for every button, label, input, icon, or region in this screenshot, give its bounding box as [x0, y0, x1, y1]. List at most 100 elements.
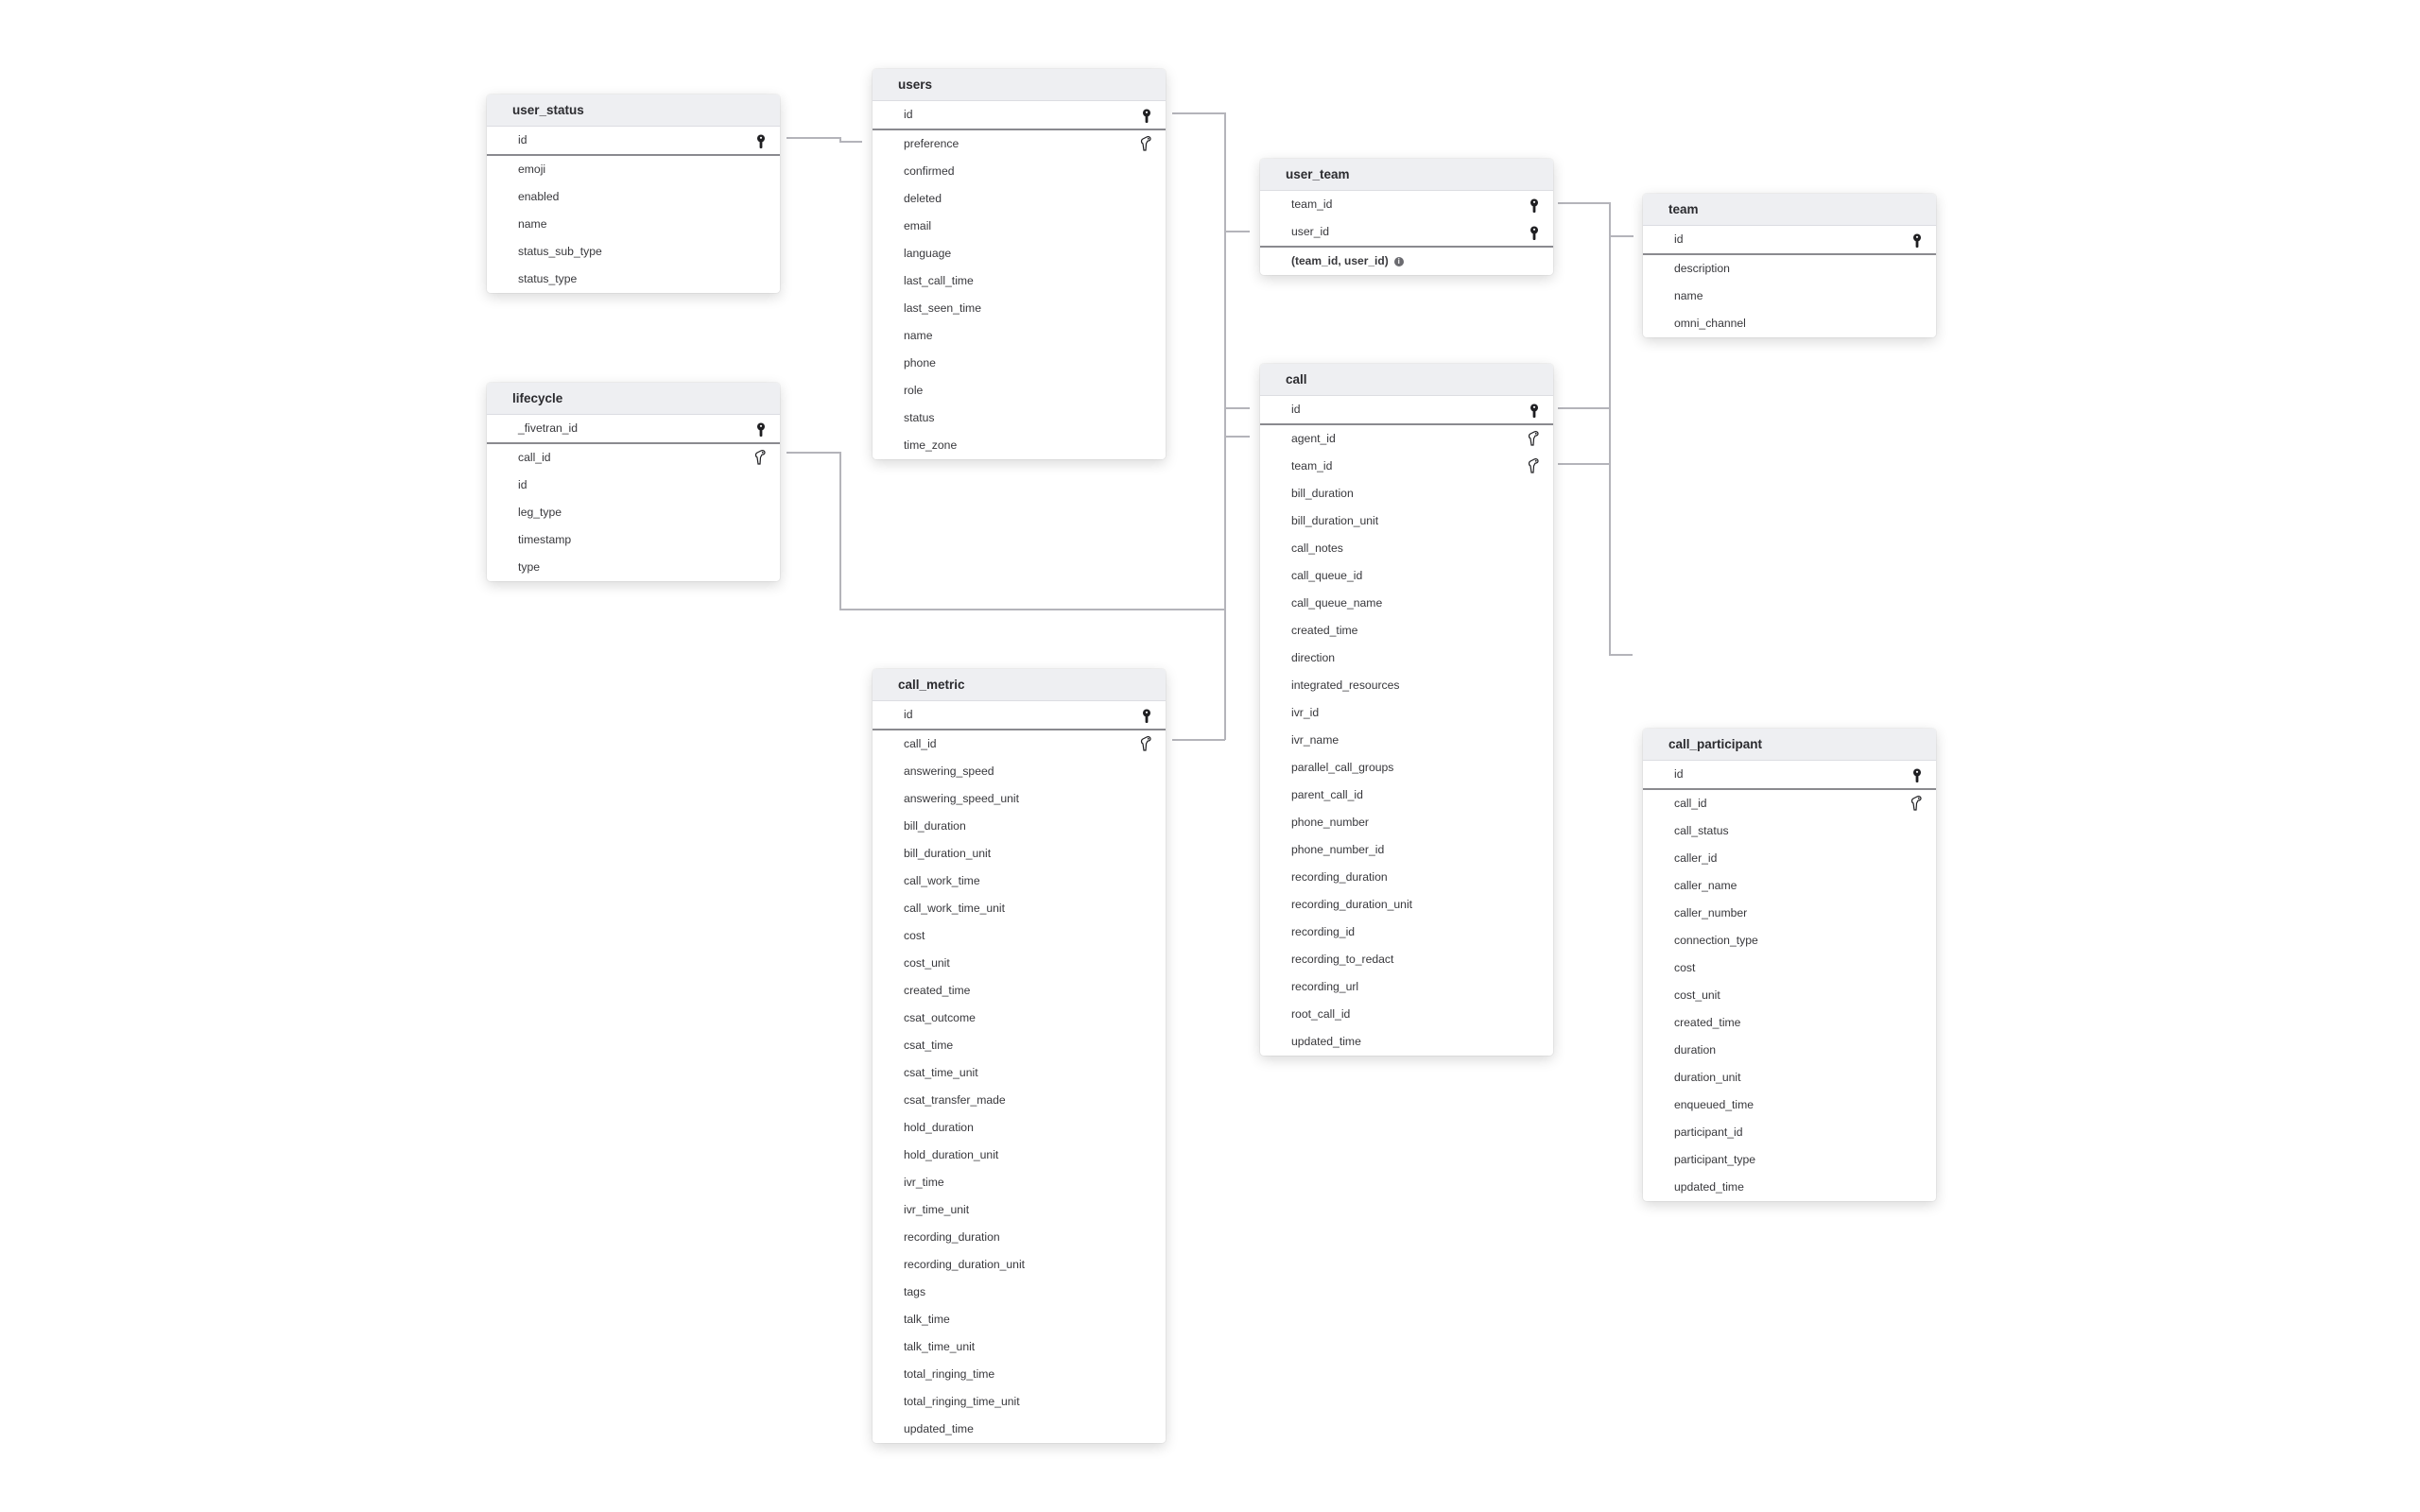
- column-row[interactable]: csat_outcome: [873, 1005, 1166, 1032]
- column-row[interactable]: status_sub_type: [487, 238, 780, 266]
- column-row[interactable]: last_seen_time: [873, 295, 1166, 322]
- column-row[interactable]: call_status: [1643, 817, 1936, 845]
- column-row[interactable]: total_ringing_time_unit: [873, 1388, 1166, 1416]
- column-row[interactable]: recording_url: [1260, 973, 1553, 1001]
- column-row[interactable]: total_ringing_time: [873, 1361, 1166, 1388]
- column-row[interactable]: created_time: [1260, 617, 1553, 644]
- column-row[interactable]: name: [1643, 283, 1936, 310]
- column-row[interactable]: parent_call_id: [1260, 782, 1553, 809]
- column-row[interactable]: role: [873, 377, 1166, 404]
- column-row[interactable]: ivr_time_unit: [873, 1196, 1166, 1224]
- table-users[interactable]: users id preference confirmed deleted email la…: [873, 69, 1166, 459]
- column-row[interactable]: ivr_name: [1260, 727, 1553, 754]
- column-row[interactable]: confirmed: [873, 158, 1166, 185]
- column-row[interactable]: recording_duration_unit: [1260, 891, 1553, 919]
- column-row[interactable]: agent_id: [1260, 425, 1553, 453]
- column-row[interactable]: omni_channel: [1643, 310, 1936, 337]
- column-row[interactable]: updated_time: [1643, 1174, 1936, 1201]
- column-row[interactable]: call_id: [487, 444, 780, 472]
- column-row[interactable]: caller_number: [1643, 900, 1936, 927]
- column-row[interactable]: _fivetran_id: [487, 415, 780, 444]
- table-call-participant[interactable]: call_participant id call_id call_status call…: [1643, 729, 1936, 1201]
- column-row[interactable]: hold_duration_unit: [873, 1142, 1166, 1169]
- column-row[interactable]: bill_duration_unit: [873, 840, 1166, 868]
- table-team[interactable]: team id description name omni_channel: [1643, 194, 1936, 337]
- column-row[interactable]: leg_type: [487, 499, 780, 526]
- column-row[interactable]: talk_time_unit: [873, 1333, 1166, 1361]
- column-row[interactable]: deleted: [873, 185, 1166, 213]
- column-row[interactable]: id: [1643, 226, 1936, 255]
- column-row[interactable]: participant_type: [1643, 1146, 1936, 1174]
- column-row[interactable]: language: [873, 240, 1166, 267]
- column-row[interactable]: name: [487, 211, 780, 238]
- table-lifecycle[interactable]: lifecycle _fivetran_id call_id id leg_type ti…: [487, 383, 780, 581]
- composite-index-row[interactable]: (team_id, user_id) i: [1260, 248, 1553, 275]
- column-row[interactable]: integrated_resources: [1260, 672, 1553, 699]
- column-row[interactable]: csat_time_unit: [873, 1059, 1166, 1087]
- column-row[interactable]: updated_time: [1260, 1028, 1553, 1056]
- column-row[interactable]: duration_unit: [1643, 1064, 1936, 1091]
- column-row[interactable]: team_id: [1260, 191, 1553, 218]
- column-row[interactable]: call_queue_id: [1260, 562, 1553, 590]
- column-row[interactable]: bill_duration: [1260, 480, 1553, 507]
- column-row[interactable]: call_id: [1643, 790, 1936, 817]
- column-row[interactable]: bill_duration_unit: [1260, 507, 1553, 535]
- column-row[interactable]: call_notes: [1260, 535, 1553, 562]
- column-row[interactable]: status_type: [487, 266, 780, 293]
- column-row[interactable]: answering_speed: [873, 758, 1166, 785]
- column-row[interactable]: ivr_time: [873, 1169, 1166, 1196]
- column-row[interactable]: csat_transfer_made: [873, 1087, 1166, 1114]
- column-row[interactable]: caller_name: [1643, 872, 1936, 900]
- column-row[interactable]: id: [1643, 761, 1936, 790]
- column-row[interactable]: participant_id: [1643, 1119, 1936, 1146]
- column-row[interactable]: status: [873, 404, 1166, 432]
- column-row[interactable]: timestamp: [487, 526, 780, 554]
- column-row[interactable]: recording_to_redact: [1260, 946, 1553, 973]
- table-call-metric[interactable]: call_metric id call_id answering_speed answe…: [873, 669, 1166, 1443]
- column-row[interactable]: updated_time: [873, 1416, 1166, 1443]
- info-icon[interactable]: i: [1393, 256, 1404, 266]
- column-row[interactable]: call_work_time: [873, 868, 1166, 895]
- column-row[interactable]: root_call_id: [1260, 1001, 1553, 1028]
- column-row[interactable]: email: [873, 213, 1166, 240]
- column-row[interactable]: user_id: [1260, 218, 1553, 248]
- column-row[interactable]: enqueued_time: [1643, 1091, 1936, 1119]
- column-row[interactable]: cost_unit: [1643, 982, 1936, 1009]
- column-row[interactable]: id: [487, 127, 780, 156]
- column-row[interactable]: cost: [873, 922, 1166, 950]
- column-row[interactable]: type: [487, 554, 780, 581]
- column-row[interactable]: bill_duration: [873, 813, 1166, 840]
- column-row[interactable]: tags: [873, 1279, 1166, 1306]
- column-row[interactable]: enabled: [487, 183, 780, 211]
- column-row[interactable]: recording_id: [1260, 919, 1553, 946]
- column-row[interactable]: id: [873, 101, 1166, 130]
- column-row[interactable]: phone_number_id: [1260, 836, 1553, 864]
- column-row[interactable]: team_id: [1260, 453, 1553, 480]
- column-row[interactable]: cost: [1643, 954, 1936, 982]
- column-row[interactable]: ivr_id: [1260, 699, 1553, 727]
- column-row[interactable]: description: [1643, 255, 1936, 283]
- column-row[interactable]: emoji: [487, 156, 780, 183]
- column-row[interactable]: duration: [1643, 1037, 1936, 1064]
- column-row[interactable]: phone: [873, 350, 1166, 377]
- column-row[interactable]: created_time: [1643, 1009, 1936, 1037]
- column-row[interactable]: preference: [873, 130, 1166, 158]
- column-row[interactable]: name: [873, 322, 1166, 350]
- column-row[interactable]: phone_number: [1260, 809, 1553, 836]
- column-row[interactable]: id: [873, 701, 1166, 730]
- column-row[interactable]: direction: [1260, 644, 1553, 672]
- column-row[interactable]: connection_type: [1643, 927, 1936, 954]
- table-user-status[interactable]: user_status id emoji enabled name status_sub_…: [487, 94, 780, 293]
- column-row[interactable]: answering_speed_unit: [873, 785, 1166, 813]
- column-row[interactable]: call_queue_name: [1260, 590, 1553, 617]
- column-row[interactable]: hold_duration: [873, 1114, 1166, 1142]
- column-row[interactable]: last_call_time: [873, 267, 1166, 295]
- column-row[interactable]: recording_duration: [873, 1224, 1166, 1251]
- column-row[interactable]: csat_time: [873, 1032, 1166, 1059]
- table-call[interactable]: call id agent_id team_id bill_duration bill_d…: [1260, 364, 1553, 1056]
- column-row[interactable]: cost_unit: [873, 950, 1166, 977]
- table-user-team[interactable]: user_team team_id user_id (team_id, user_id…: [1260, 159, 1553, 275]
- column-row[interactable]: id: [487, 472, 780, 499]
- column-row[interactable]: recording_duration_unit: [873, 1251, 1166, 1279]
- column-row[interactable]: id: [1260, 396, 1553, 425]
